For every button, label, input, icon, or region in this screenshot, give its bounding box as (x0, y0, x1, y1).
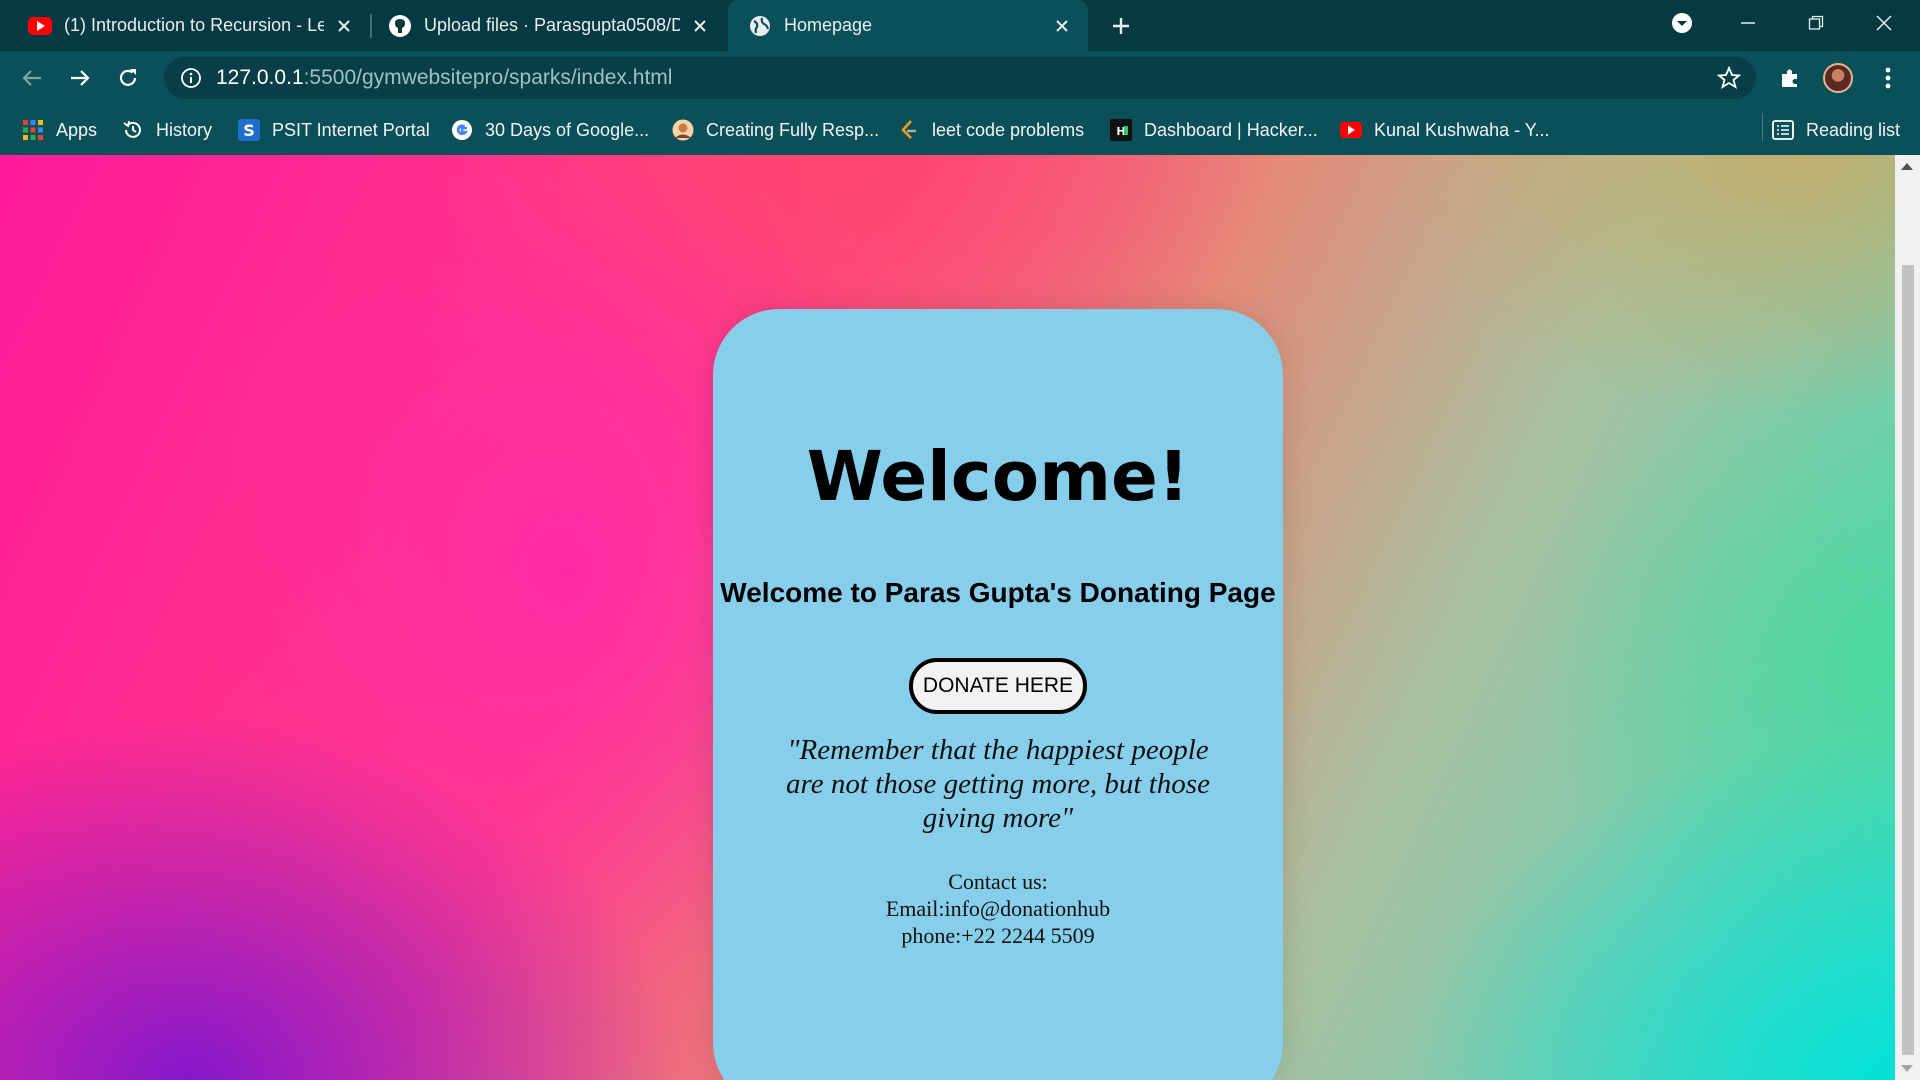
history-icon (122, 119, 144, 141)
scroll-down-arrow-icon[interactable] (1901, 1065, 1913, 1072)
tab-close-icon[interactable] (1050, 14, 1074, 38)
bookmark-label: PSIT Internet Portal (272, 119, 430, 140)
close-icon (1876, 15, 1892, 31)
avatar (1823, 63, 1853, 93)
reading-list-button[interactable]: Reading list (1772, 105, 1900, 155)
bookmark-psit-internet-portal[interactable]: S PSIT Internet Portal (238, 105, 430, 155)
bookmark-label: History (156, 119, 213, 140)
new-tab-button[interactable] (1106, 11, 1136, 41)
bookmark-label: Apps (56, 119, 98, 140)
contact-info: Contact us: Email:info@donationhub phone… (713, 868, 1283, 949)
hackerrank-icon: H (1110, 119, 1132, 141)
tab-title: (1) Introduction to Recursion - Le (64, 15, 324, 35)
contact-label: Contact us: (948, 869, 1048, 894)
address-bar[interactable]: 127.0.0.1:5500/gymwebsitepro/sparks/inde… (164, 57, 1756, 99)
scroll-up-arrow-icon[interactable] (1901, 163, 1913, 170)
page-viewport: Welcome! Welcome to Paras Gupta's Donati… (0, 155, 1895, 1080)
contact-email: Email:info@donationhub (885, 896, 1111, 921)
bookmark-label: leet code problems (932, 119, 1085, 140)
restore-button[interactable] (1784, 0, 1848, 46)
chevron-down-circle-icon (1672, 13, 1692, 33)
bookmark-creating-fully-resp[interactable]: Creating Fully Resp... (672, 105, 879, 155)
bookmark-star-icon[interactable] (1716, 65, 1742, 91)
tab-introduction-to-recursion[interactable]: (1) Introduction to Recursion - Le (0, 0, 370, 51)
svg-text:S: S (243, 121, 255, 140)
reload-button[interactable] (112, 62, 144, 94)
bookmark-label: Kunal Kushwaha - Y... (1374, 119, 1550, 140)
close-window-button[interactable] (1852, 0, 1916, 46)
scrollbar-thumb[interactable] (1902, 265, 1914, 1055)
tab-homepage[interactable]: Homepage (728, 0, 1088, 51)
leetcode-icon (898, 119, 920, 141)
tab-upload-files[interactable]: Upload files · Parasgupta0508/D (372, 0, 726, 51)
extensions-button[interactable] (1774, 62, 1806, 94)
browser-title-bar: (1) Introduction to Recursion - Le Uploa… (0, 0, 1920, 51)
minimize-button[interactable] (1716, 0, 1780, 46)
contact-phone: phone:+22 2244 5509 (901, 923, 1095, 948)
bookmarks-bar: Apps History S PSIT Internet Portal 30 D… (0, 105, 1920, 156)
apps-grid-icon (22, 119, 44, 141)
tab-search-button[interactable] (1650, 0, 1714, 46)
profile-photo-icon (672, 119, 694, 141)
restore-icon (1808, 15, 1824, 30)
bookmark-label: Creating Fully Resp... (706, 119, 880, 140)
puzzle-icon (1782, 69, 1797, 87)
tab-title: Upload files · Parasgupta0508/D (424, 15, 680, 35)
forward-arrow-icon (71, 70, 90, 86)
forward-button[interactable] (64, 62, 96, 94)
bookmark-30-days-of-google[interactable]: 30 Days of Google... (451, 105, 649, 155)
bookmark-history[interactable]: History (122, 105, 212, 155)
bookmark-label: 30 Days of Google... (485, 119, 650, 140)
quote-text: "Remember that the happiest people are n… (786, 734, 1210, 834)
bookmark-label: Dashboard | Hacker... (1144, 119, 1318, 140)
tab-close-icon[interactable] (688, 14, 712, 38)
bookmark-dashboard-hackerrank[interactable]: H Dashboard | Hacker... (1110, 105, 1318, 155)
reload-icon (119, 69, 137, 86)
donate-button[interactable]: DONATE HERE (909, 658, 1087, 714)
youtube-icon (1340, 119, 1362, 141)
profile-button[interactable] (1822, 62, 1854, 94)
tab-title: Homepage (784, 15, 873, 35)
minimize-icon (1741, 22, 1755, 24)
vertical-scrollbar[interactable] (1895, 155, 1920, 1080)
url-path: :5500/gymwebsitepro/sparks/index.html (303, 66, 673, 89)
back-button[interactable] (16, 62, 48, 94)
site-info-icon[interactable] (178, 65, 204, 91)
url-host: 127.0.0.1 (216, 66, 304, 89)
welcome-card: Welcome! Welcome to Paras Gupta's Donati… (713, 309, 1283, 1080)
url-text: 127.0.0.1:5500/gymwebsitepro/sparks/inde… (216, 66, 672, 90)
bookmarks-divider (1762, 113, 1763, 141)
kebab-menu-icon (1885, 67, 1891, 89)
youtube-icon (28, 14, 52, 38)
globe-icon (748, 14, 772, 38)
browser-toolbar: 127.0.0.1:5500/gymwebsitepro/sparks/inde… (0, 51, 1920, 105)
bookmark-apps[interactable]: Apps (22, 105, 97, 155)
back-arrow-icon (22, 70, 41, 86)
psit-s-icon: S (238, 119, 260, 141)
bookmark-kunal-kushwaha[interactable]: Kunal Kushwaha - Y... (1340, 105, 1549, 155)
page-title: Welcome! (806, 437, 1190, 517)
menu-button[interactable] (1872, 62, 1904, 94)
google-icon (451, 119, 473, 141)
page-subtitle: Welcome to Paras Gupta's Donating Page (720, 577, 1276, 608)
reading-list-icon (1772, 119, 1794, 141)
reading-list-label: Reading list (1806, 119, 1901, 140)
bookmark-leet-code-problems[interactable]: leet code problems (898, 105, 1084, 155)
github-icon (388, 14, 412, 38)
plus-icon (1113, 18, 1129, 34)
tab-close-icon[interactable] (332, 14, 356, 38)
